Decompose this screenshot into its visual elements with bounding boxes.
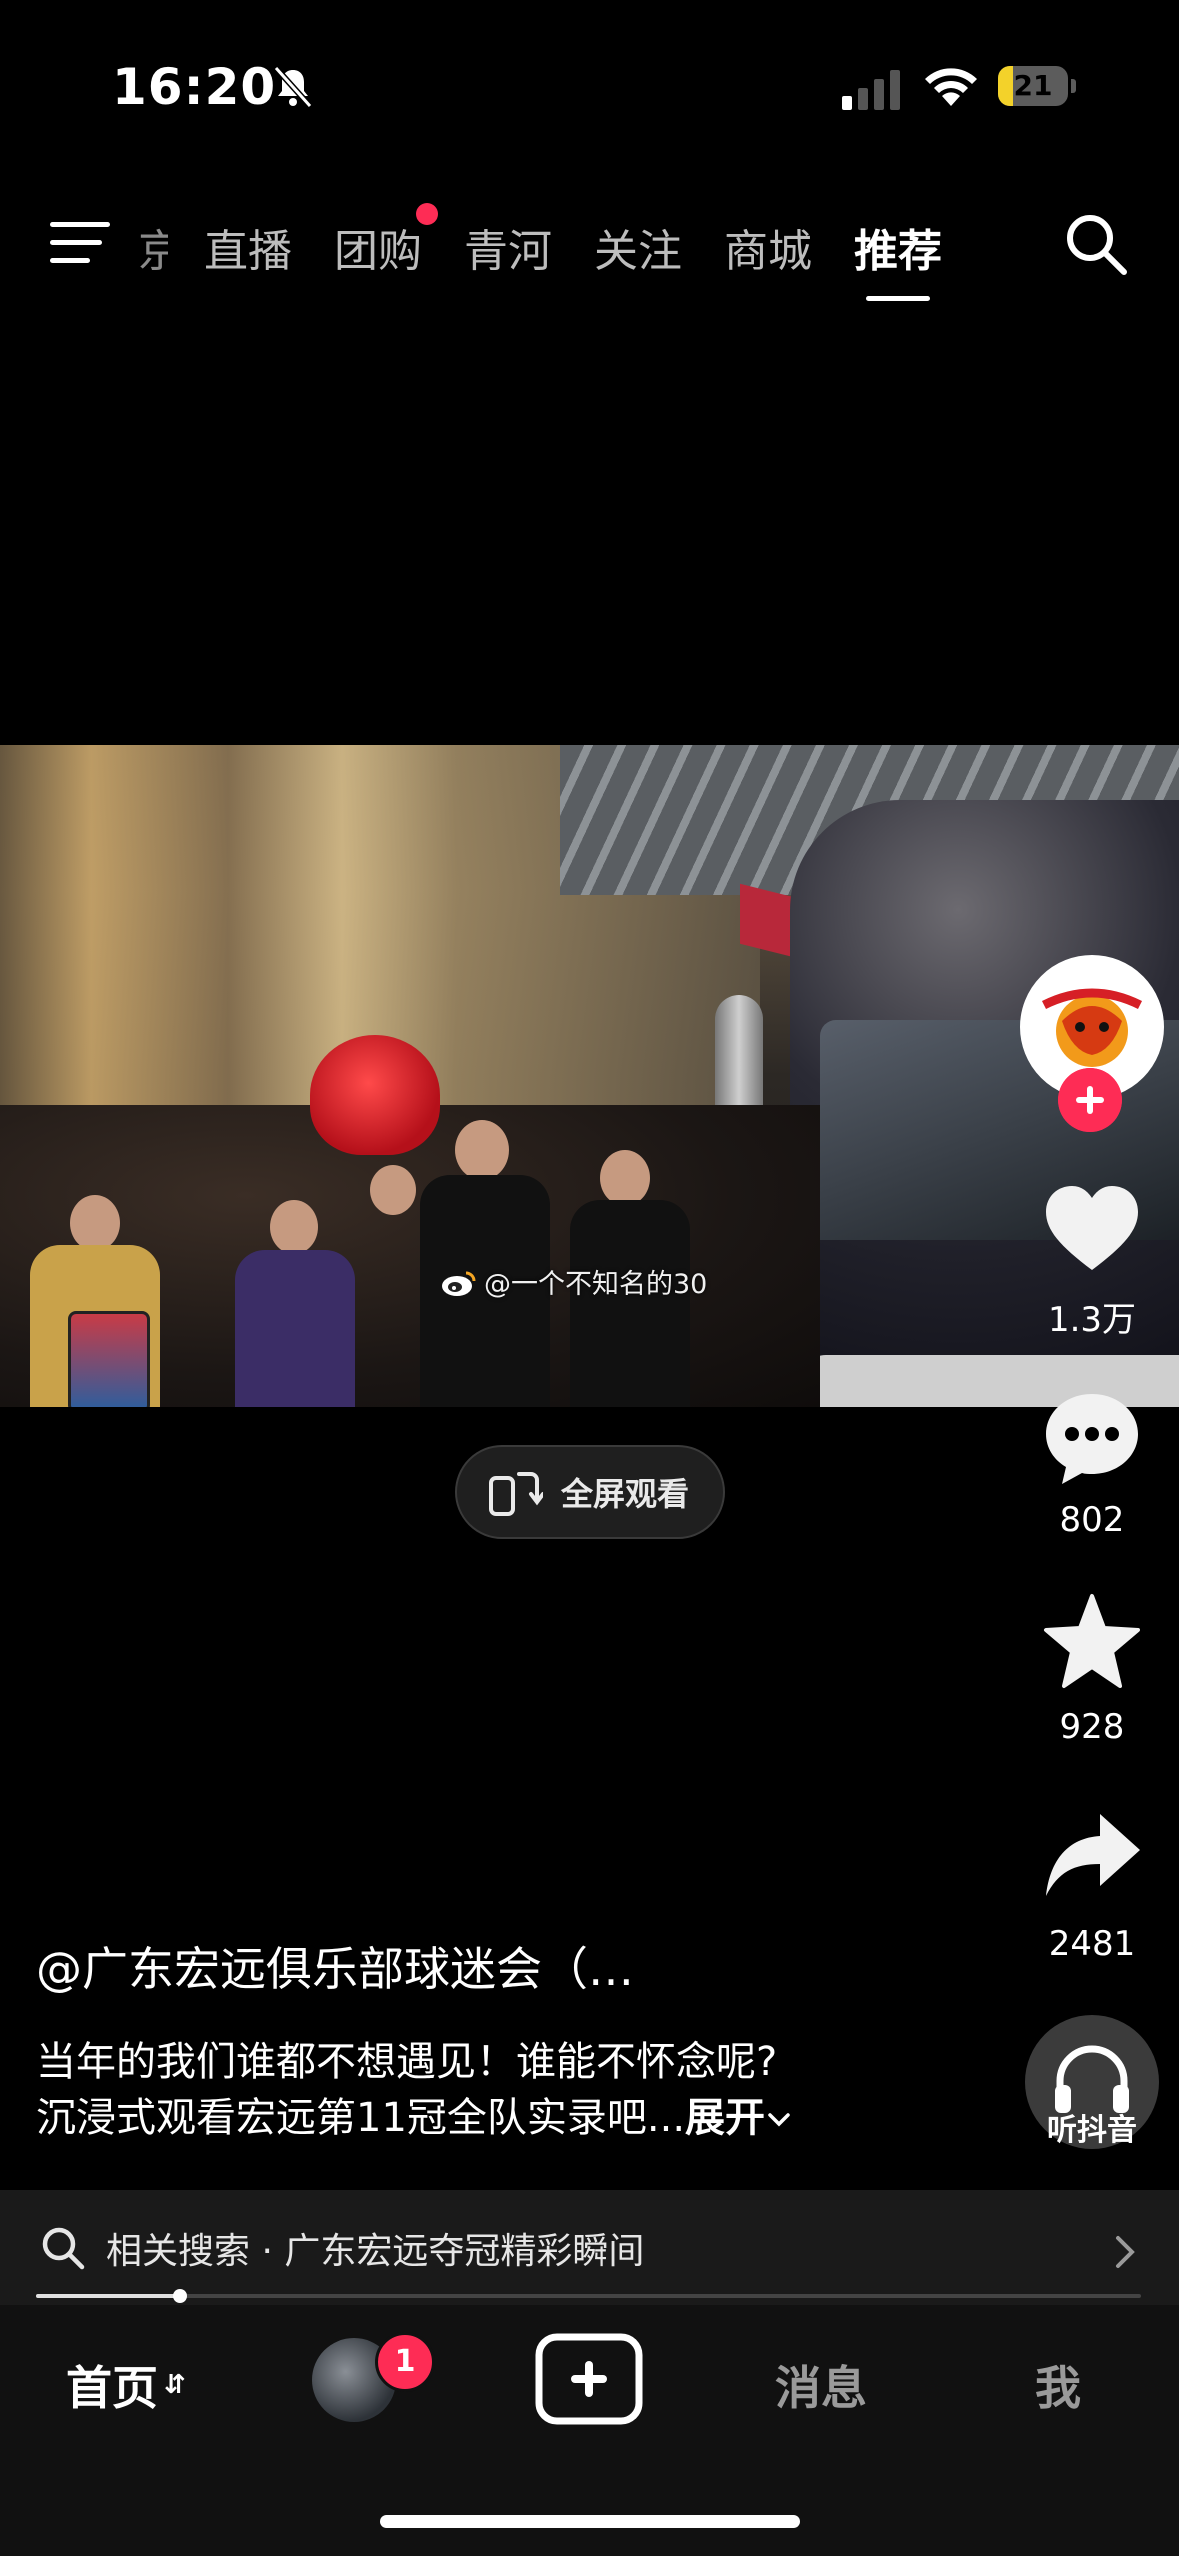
follow-plus-button[interactable] <box>1058 1068 1122 1132</box>
nav-me[interactable]: 我 <box>1035 2352 1081 2418</box>
comment-count: 802 <box>1059 1500 1125 1540</box>
chevron-right-icon[interactable] <box>1112 2232 1140 2272</box>
top-tabs: 京 直播 团购 青河 关注 商城 推荐 <box>138 203 984 301</box>
status-time: 16:20 <box>112 58 277 116</box>
bell-muted-icon <box>273 65 313 109</box>
weibo-icon <box>442 1271 476 1296</box>
tab-live[interactable]: 直播 <box>204 215 292 279</box>
fullscreen-button[interactable]: 全屏观看 <box>455 1445 725 1539</box>
create-plus-icon[interactable] <box>535 2333 643 2425</box>
cellular-signal-icon <box>842 70 900 110</box>
menu-icon[interactable] <box>50 218 114 268</box>
description-line-1: 当年的我们谁都不想遇见！谁能不怀念呢? <box>36 2039 778 2085</box>
home-indicator[interactable] <box>380 2515 800 2528</box>
tab-qinghe[interactable]: 青河 <box>464 215 552 279</box>
wifi-icon <box>925 68 977 106</box>
tab-group-buy[interactable]: 团购 <box>334 203 438 279</box>
progress-knob[interactable] <box>172 2289 187 2303</box>
star-favorite-icon[interactable] <box>1040 1590 1144 1694</box>
video-description[interactable]: 当年的我们谁都不想遇见！谁能不怀念呢? 沉浸式观看宏远第11冠全队实录吧...展… <box>36 2034 966 2146</box>
tab-recommend[interactable]: 推荐 <box>854 215 942 301</box>
video-watermark: @一个不知名的30 <box>440 1262 707 1301</box>
fan-phone <box>68 1311 150 1407</box>
lion-dance-head <box>310 1035 440 1155</box>
like-count: 1.3万 <box>1047 1300 1137 1340</box>
related-search-prefix: 相关搜索 <box>106 2230 251 2272</box>
tab-following[interactable]: 关注 <box>594 215 682 279</box>
expand-button[interactable]: 展开 <box>685 2095 793 2141</box>
comment-icon[interactable] <box>1040 1384 1144 1488</box>
video-progress-bar[interactable] <box>36 2289 1141 2303</box>
nav-messages[interactable]: 消息 <box>775 2352 867 2418</box>
notification-dot <box>416 203 438 225</box>
favorite-count: 928 <box>1059 1707 1125 1747</box>
tab-city[interactable]: 京 <box>138 215 168 279</box>
share-icon[interactable] <box>1040 1806 1144 1910</box>
search-icon <box>42 2227 85 2269</box>
fullscreen-label: 全屏观看 <box>561 1475 690 1513</box>
share-count: 2481 <box>1048 1924 1136 1964</box>
search-icon[interactable] <box>1060 208 1132 280</box>
swap-arrows-icon: ⇵ <box>164 2370 186 2400</box>
friends-badge: 1 <box>375 2332 435 2392</box>
related-search-bar[interactable]: 相关搜索 · 广东宏远夺冠精彩瞬间 <box>0 2190 1179 2305</box>
nav-home[interactable]: 首页 ⇵ <box>66 2352 186 2418</box>
chevron-down-icon <box>768 2113 790 2127</box>
heart-icon[interactable] <box>1040 1178 1144 1282</box>
listen-label: 听抖音 <box>1047 2113 1137 2148</box>
battery-level: 21 <box>1013 69 1053 102</box>
tab-mall[interactable]: 商城 <box>724 215 812 279</box>
battery-indicator: 21 <box>998 66 1078 108</box>
description-line-2: 沉浸式观看宏远第11冠全队实录吧... <box>36 2095 686 2141</box>
author-name[interactable]: @广东宏远俱乐部球迷会（… <box>36 1933 634 1999</box>
rotate-screen-icon <box>489 1472 543 1516</box>
related-search-query: 广东宏远夺冠精彩瞬间 <box>284 2230 645 2272</box>
